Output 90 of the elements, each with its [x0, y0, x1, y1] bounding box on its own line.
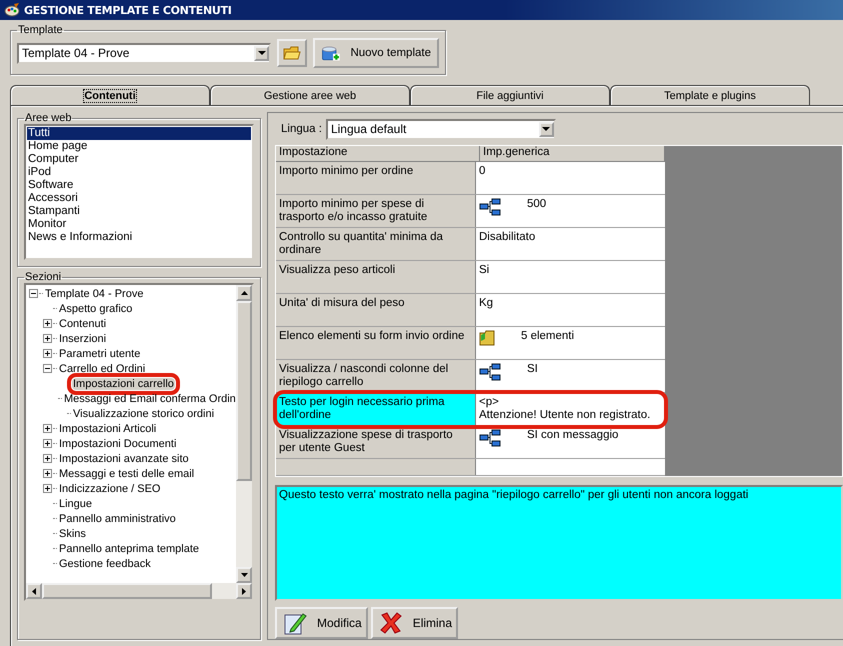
language-dropdown[interactable]: Lingua default	[326, 118, 556, 140]
language-label: Lingua :	[281, 123, 322, 135]
setting-name-cell[interactable]: Visualizzazione spese di trasporto per utente Guest	[276, 426, 476, 458]
expander-icon[interactable]	[43, 334, 52, 343]
tree-item[interactable]: Impostazioni carrello	[72, 378, 175, 390]
column-header[interactable]: Impostazione	[276, 146, 480, 162]
expander-icon[interactable]	[43, 319, 52, 328]
tab[interactable]: File aggiuntivi	[410, 85, 610, 105]
delete-button[interactable]: Elimina	[370, 607, 458, 639]
tree-item[interactable]: Aspetto grafico	[58, 302, 134, 314]
scroll-down-icon[interactable]	[240, 573, 248, 577]
expander-icon[interactable]	[43, 454, 52, 463]
horizontal-scrollbar[interactable]	[26, 583, 252, 599]
setting-name-cell[interactable]: Importo minimo per ordine	[276, 162, 476, 194]
setting-value-cell: Disabilitato	[479, 231, 536, 244]
setting-value-cell: SI con messaggio	[527, 429, 618, 442]
list-item[interactable]: News e Informazioni	[27, 231, 251, 244]
scroll-left-icon[interactable]	[32, 588, 36, 594]
expander-icon[interactable]	[43, 484, 52, 493]
expander-icon[interactable]	[43, 469, 52, 478]
tree-item[interactable]: Messaggi e testi delle email	[58, 468, 196, 480]
expander-icon[interactable]	[43, 439, 52, 448]
tree-item[interactable]: Impostazioni avanzate sito	[58, 452, 190, 464]
expander-icon[interactable]	[43, 424, 52, 433]
tree-item[interactable]: Visualizzazione storico ordini	[72, 408, 216, 420]
tree-item[interactable]: Contenuti	[58, 318, 108, 330]
expander-icon[interactable]	[43, 364, 52, 373]
expander-icon[interactable]	[29, 289, 38, 298]
window-title: GESTIONE TEMPLATE E CONTENUTI	[24, 4, 232, 16]
list-item[interactable]: Computer	[27, 153, 251, 166]
vertical-scrollbar[interactable]	[236, 285, 252, 583]
list-item[interactable]: Stampanti	[27, 205, 251, 218]
tab[interactable]: Template e plugins	[610, 85, 810, 105]
dropdown-arrow-icon	[542, 127, 550, 131]
group-label: Template	[17, 24, 64, 36]
setting-name-cell[interactable]: Controllo su quantita' minima da ordinare	[276, 228, 476, 260]
list-item[interactable]: Monitor	[27, 218, 251, 231]
delete-x-icon	[378, 611, 403, 635]
setting-name-cell[interactable]: Elenco elementi su form invio ordine	[276, 327, 476, 359]
linked-nodes-icon	[479, 429, 501, 447]
linked-nodes-icon	[479, 198, 501, 216]
scroll-right-icon[interactable]	[242, 588, 246, 594]
folder-icon	[283, 45, 301, 61]
tree-item[interactable]: Pannello amministrativo	[58, 512, 177, 524]
setting-name-cell[interactable]: Visualizza peso articoli	[276, 261, 476, 293]
setting-name-cell[interactable]: Visualizza / nascondi colonne del riepilogo carrello	[276, 360, 476, 392]
list-item[interactable]: Software	[27, 179, 251, 192]
template-dropdown[interactable]: Template 04 - Prove	[17, 42, 271, 64]
linked-nodes-icon	[479, 363, 501, 381]
scroll-up-icon[interactable]	[240, 291, 248, 295]
list-item[interactable]: Home page	[27, 140, 251, 153]
column-header[interactable]: Imp.generica	[480, 146, 665, 162]
setting-value-cell: 5 elementi	[521, 330, 574, 343]
tree-item[interactable]: Impostazioni Articoli	[58, 422, 158, 434]
tree-item[interactable]: Impostazioni Documenti	[58, 438, 178, 450]
dropdown-arrow-icon	[258, 51, 266, 55]
setting-name-cell[interactable]: Testo per login necessario prima dell'ordine	[276, 393, 476, 425]
new-template-button[interactable]: Nuovo template	[313, 38, 439, 68]
setting-value-cell: SI	[527, 363, 538, 376]
palette-icon	[4, 2, 20, 18]
tree-item[interactable]: Parametri utente	[58, 348, 142, 360]
setting-value-cell: <p> Attenzione! Utente non registrato.	[479, 396, 650, 422]
tree-item[interactable]: Gestione feedback	[58, 558, 152, 570]
tab[interactable]: Contenuti	[10, 85, 210, 105]
tree-item[interactable]: Skins	[58, 528, 87, 540]
open-folder-button[interactable]	[277, 39, 307, 67]
tree-item[interactable]: Lingue	[58, 498, 94, 510]
setting-name-cell[interactable]: Importo minimo per spese di trasporto e/o incasso gratuite	[276, 195, 476, 227]
setting-name-cell[interactable]: Unita' di misura del peso	[276, 294, 476, 326]
tree-item[interactable]: Carrello ed Ordini	[58, 362, 146, 374]
list-item[interactable]: Tutti	[27, 127, 251, 140]
setting-value-cell: 0	[479, 165, 486, 178]
tree-item[interactable]: Inserzioni	[58, 332, 108, 344]
tree-item[interactable]: Pannello anteprima template	[58, 542, 200, 554]
setting-value-cell: Si	[479, 264, 490, 277]
group-label: Aree web	[24, 112, 72, 124]
expander-icon[interactable]	[43, 349, 52, 358]
pencil-document-icon	[283, 611, 307, 635]
tab[interactable]: Gestione aree web	[210, 85, 410, 105]
edit-button[interactable]: Modifica	[275, 607, 368, 639]
list-item[interactable]: Accessori	[27, 192, 251, 205]
group-label: Sezioni	[24, 271, 62, 283]
setting-value-cell: 500	[527, 198, 546, 211]
tree-item[interactable]: Template 04 - Prove	[44, 288, 144, 300]
setting-value-cell: Kg	[479, 297, 494, 310]
list-item[interactable]: iPod	[27, 166, 251, 179]
tree-item[interactable]: Indicizzazione / SEO	[58, 482, 162, 494]
folder-icon	[479, 330, 495, 346]
tree-item[interactable]: Messaggi ed Email conferma Ordin	[63, 392, 237, 404]
description-text: Questo testo verra' mostrato nella pagina "riepilogo carrello" per gli utenti non ancora loggati	[279, 489, 748, 501]
